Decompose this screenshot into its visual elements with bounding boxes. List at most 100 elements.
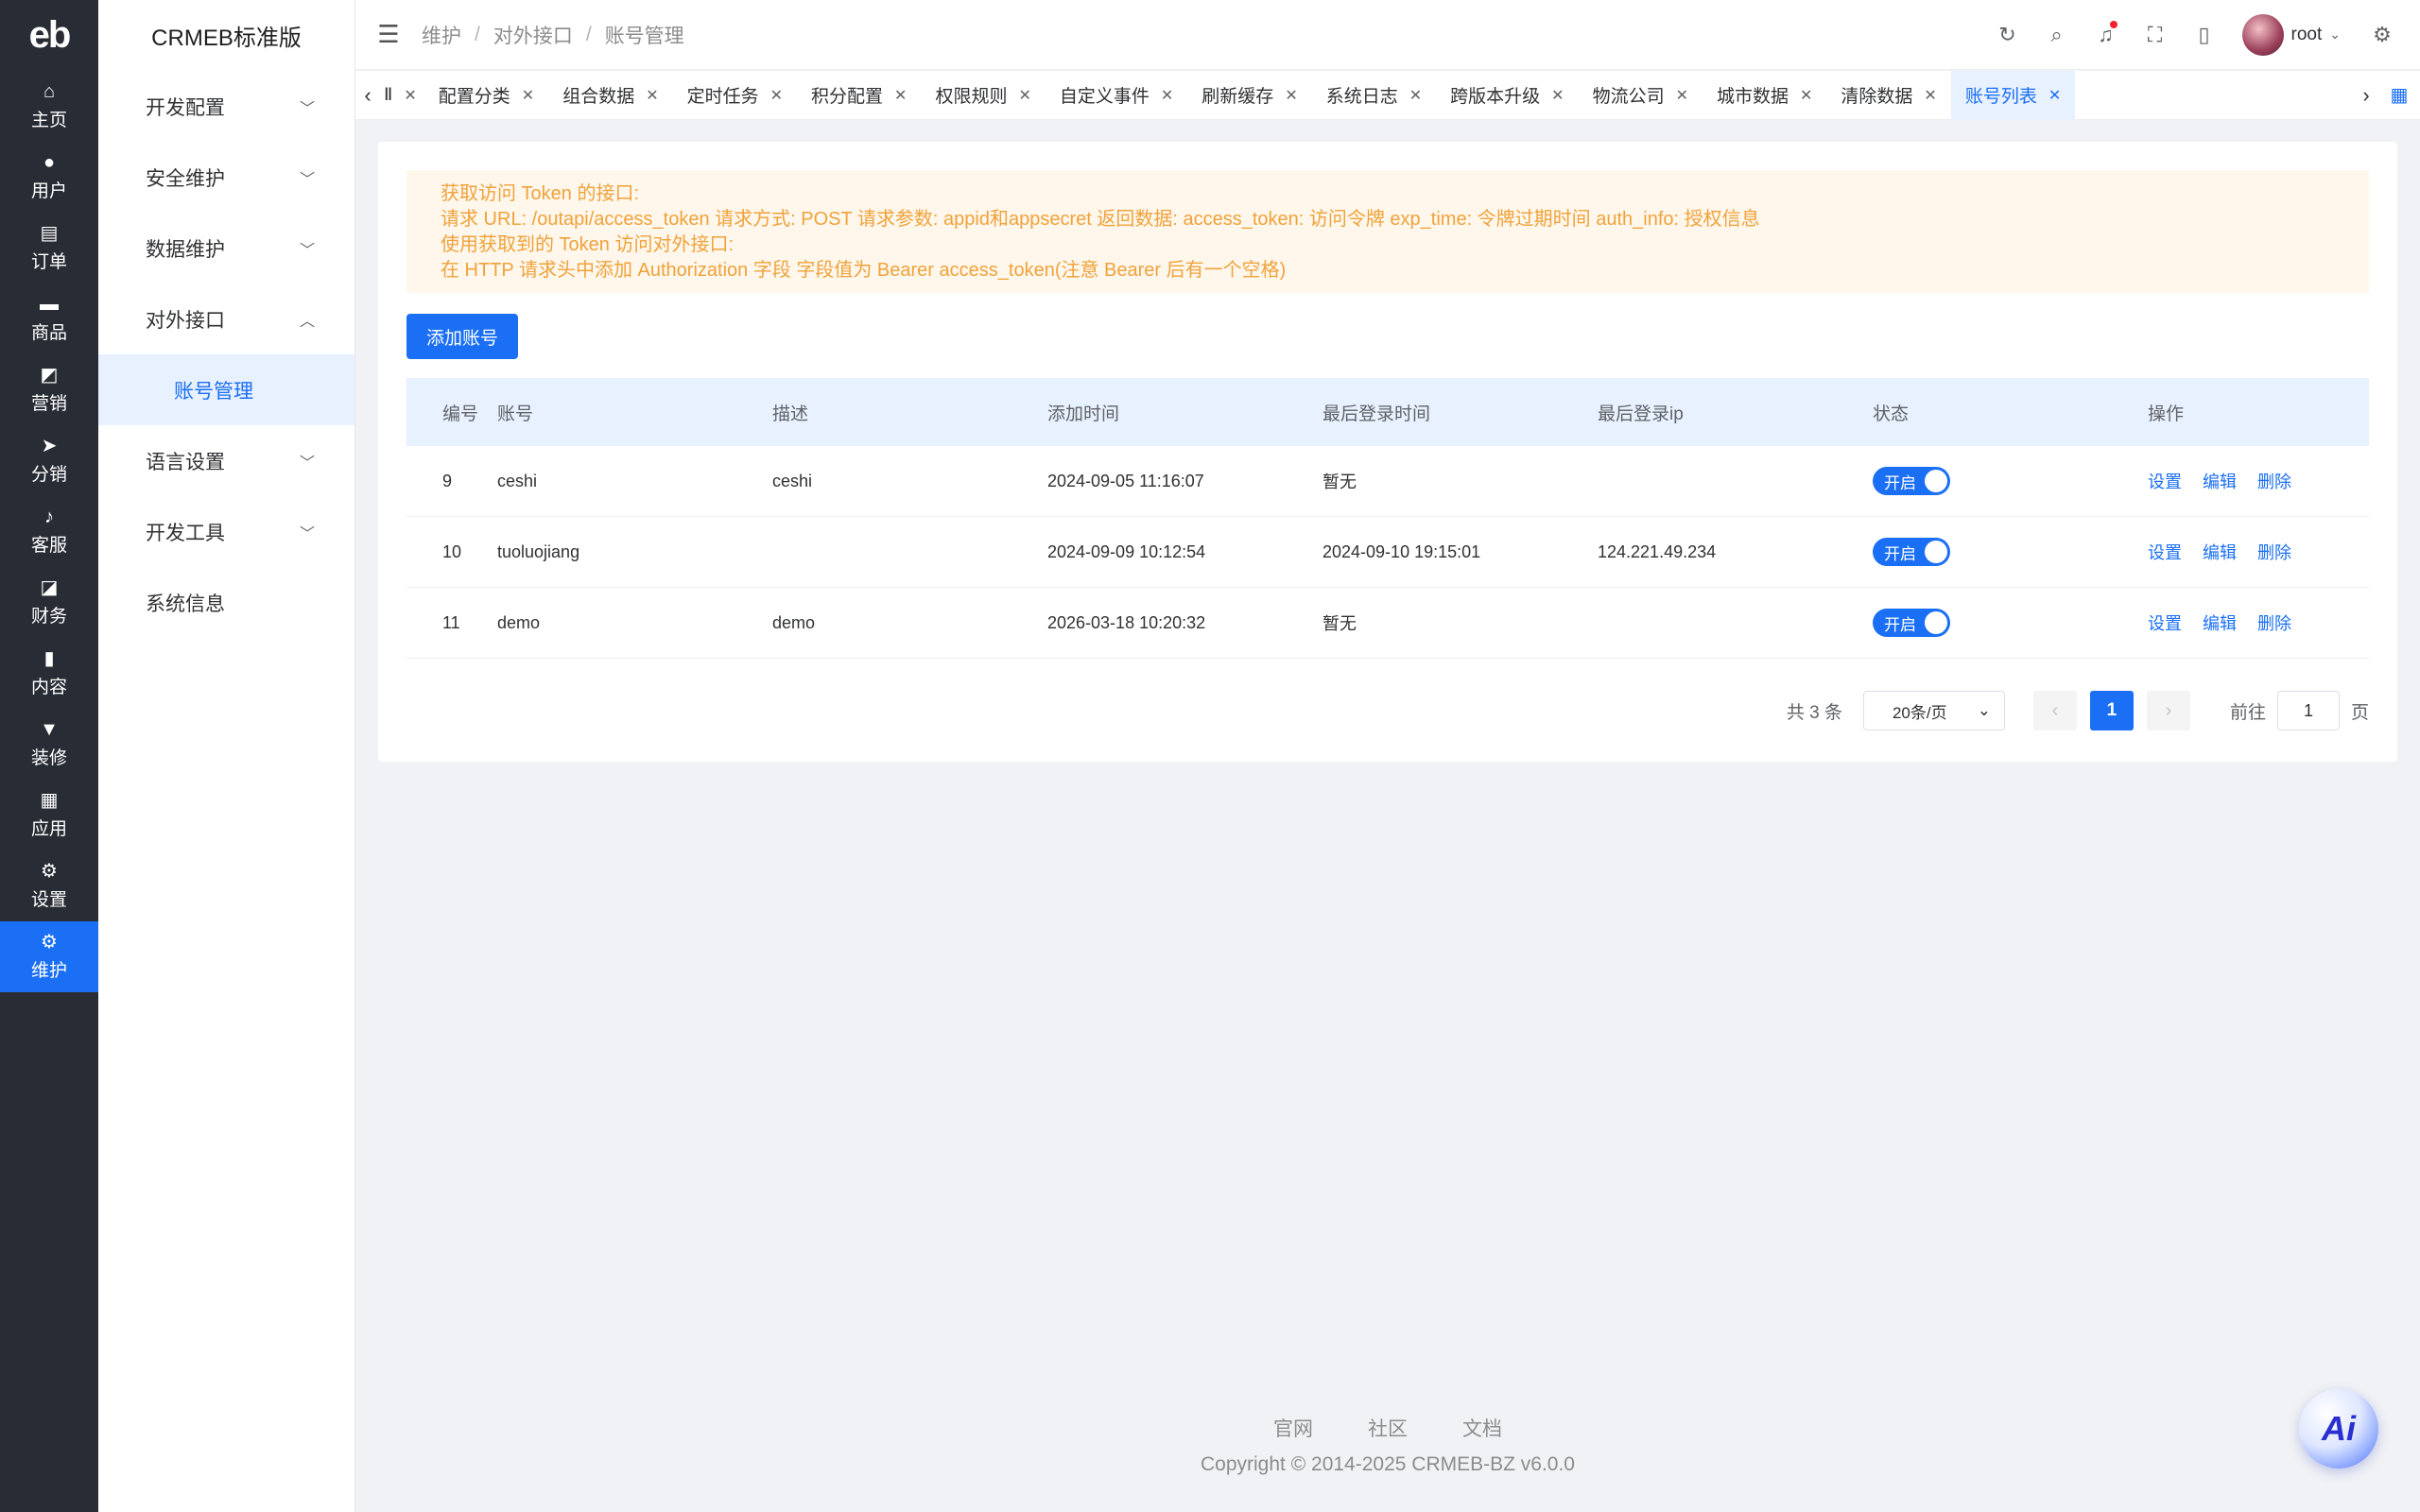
nav-item-user[interactable]: ● 用户 [0,142,98,213]
settings-action-link[interactable]: 设置 [2148,469,2182,493]
tab[interactable]: 自定义事件 ✕ [1046,71,1187,120]
page-size-select[interactable]: 20条/页 ⌄ [1862,691,2005,730]
tab[interactable]: 权限规则 ✕ [921,71,1045,120]
breadcrumb-item[interactable]: 对外接口 [493,21,573,49]
edit-action-link[interactable]: 编辑 [2203,610,2237,635]
tab[interactable]: 定时任务 ✕ [673,71,797,120]
toggle-knob [1925,470,1947,492]
ai-assistant-button[interactable]: Ai [2299,1389,2378,1469]
next-page-button[interactable]: › [2146,691,2190,730]
nav-item-maintenance[interactable]: ⚙ 维护 [0,921,98,992]
close-icon[interactable]: ✕ [1409,86,1422,105]
nav-item-finance[interactable]: ◪ 财务 [0,567,98,638]
grid-menu-icon[interactable]: ▦ [2378,83,2420,107]
close-icon[interactable]: ✕ [1161,86,1173,105]
edit-action-link[interactable]: 编辑 [2203,540,2237,564]
footer-link-docs[interactable]: 文档 [1462,1414,1502,1442]
user-name[interactable]: root [2291,25,2323,45]
breadcrumb-item[interactable]: 维护 [422,21,461,49]
bell-icon[interactable]: ♫ [2082,20,2131,47]
sub-menu-item[interactable]: 安全维护 ﹀ [98,142,354,213]
mobile-icon[interactable]: ▯ [2180,23,2229,47]
tab[interactable]: 物流公司 ✕ [1579,71,1703,120]
tab[interactable]: 积分配置 ✕ [797,71,921,120]
gear-icon[interactable]: ⚙ [2358,23,2407,47]
brand-logo[interactable]: eb [0,0,98,71]
close-icon[interactable]: ✕ [2048,86,2061,105]
close-icon[interactable]: ✕ [646,86,658,105]
sub-menu-item[interactable]: 开发工具 ﹀ [98,496,354,567]
avatar[interactable] [2241,13,2284,56]
nav-item-settings[interactable]: ⚙ 设置 [0,850,98,921]
nav-item-service[interactable]: ♪ 客服 [0,496,98,567]
menu-toggle-icon[interactable]: ☰ [355,20,422,49]
close-icon[interactable]: ✕ [1018,86,1030,105]
nav-item-decoration[interactable]: ▼ 装修 [0,709,98,780]
column-header: 编号 [442,404,479,424]
settings-action-link[interactable]: 设置 [2148,540,2182,564]
tab[interactable]: Ⅱ ✕ [380,71,424,120]
nav-item-label: 设置 [30,890,67,910]
close-icon[interactable]: ✕ [770,86,783,105]
pagination: 共 3 条 20条/页 ⌄ ‹ 1 › 前往 页 [1787,690,2369,731]
tab-bar: ‹ Ⅱ ✕ 配置分类 ✕ 组合数据 ✕ 定时任务 ✕ 积分配置 ✕ 权限规则 ✕ 自定义事件 ✕ 刷新缓存 ✕… [355,70,2420,120]
tab[interactable]: 系统日志 ✕ [1312,71,1436,120]
footer-link-community[interactable]: 社区 [1368,1414,1408,1442]
header-actions: ↻ ⌕ ♫ ⛶ ▯ root ⌄ ⚙ [1983,13,2420,56]
tab[interactable]: 配置分类 ✕ [424,71,548,120]
user-icon: ● [43,152,56,173]
search-icon[interactable]: ⌕ [2032,23,2082,47]
close-icon[interactable]: ✕ [1800,86,1812,105]
cell-status: 开启 [1873,609,2148,637]
edit-action-link[interactable]: 编辑 [2203,469,2237,493]
sub-menu-item[interactable]: 数据维护 ﹀ [98,213,354,284]
refresh-icon[interactable]: ↻ [1983,23,2032,47]
nav-item-apps[interactable]: ▦ 应用 [0,780,98,850]
tab-scroll-right-icon[interactable]: › [2354,83,2378,108]
delete-action-link[interactable]: 删除 [2257,540,2291,564]
add-account-button[interactable]: 添加账号 [406,314,518,359]
chevron-down-icon[interactable]: ⌄ [2329,26,2341,43]
close-icon[interactable]: ✕ [404,86,416,105]
status-toggle[interactable]: 开启 [1873,467,1950,495]
sub-menu-item[interactable]: 语言设置 ﹀ [98,425,354,496]
close-icon[interactable]: ✕ [1676,86,1688,105]
toggle-knob [1925,611,1947,634]
tab[interactable]: 清除数据 ✕ [1826,71,1950,120]
fullscreen-icon[interactable]: ⛶ [2131,23,2180,47]
nav-item-distribution[interactable]: ➤ 分销 [0,425,98,496]
nav-item-order[interactable]: ▤ 订单 [0,213,98,284]
tab[interactable]: 组合数据 ✕ [548,71,672,120]
tab[interactable]: 账号列表 ✕ [1950,70,2076,120]
close-icon[interactable]: ✕ [1551,86,1564,105]
sub-menu-item[interactable]: 开发配置 ﹀ [98,71,354,142]
sub-menu-item[interactable]: 系统信息 [98,567,354,638]
status-toggle[interactable]: 开启 [1873,538,1950,566]
page-number-button[interactable]: 1 [2089,691,2134,730]
delete-action-link[interactable]: 删除 [2257,610,2291,635]
status-toggle[interactable]: 开启 [1873,609,1950,637]
nav-item-home[interactable]: ⌂ 主页 [0,71,98,142]
nav-item-marketing[interactable]: ◩ 营销 [0,354,98,425]
sub-menu-item-active[interactable]: 账号管理 [98,354,354,425]
sub-menu-item[interactable]: 对外接口 ︿ [98,284,354,354]
nav-item-content[interactable]: ▮ 内容 [0,638,98,709]
close-icon[interactable]: ✕ [894,86,907,105]
close-icon[interactable]: ✕ [522,86,534,105]
cell-account: tuoluojiang [497,541,580,561]
settings-action-link[interactable]: 设置 [2148,610,2182,635]
sub-menu-label: 语言设置 [146,451,225,473]
tab[interactable]: 城市数据 ✕ [1703,71,1826,120]
delete-action-link[interactable]: 删除 [2257,469,2291,493]
goto-page-input[interactable] [2276,691,2340,730]
tab[interactable]: 跨版本升级 ✕ [1436,71,1578,120]
tab-label: 城市数据 [1716,87,1789,107]
nav-item-product[interactable]: ▬ 商品 [0,284,98,354]
close-icon[interactable]: ✕ [1924,86,1936,105]
notification-dot [2109,20,2118,28]
close-icon[interactable]: ✕ [1285,86,1297,105]
footer-link-official[interactable]: 官网 [1273,1414,1313,1442]
tab[interactable]: 刷新缓存 ✕ [1187,71,1311,120]
prev-page-button[interactable]: ‹ [2032,691,2077,730]
tab-scroll-left-icon[interactable]: ‹ [355,83,380,108]
